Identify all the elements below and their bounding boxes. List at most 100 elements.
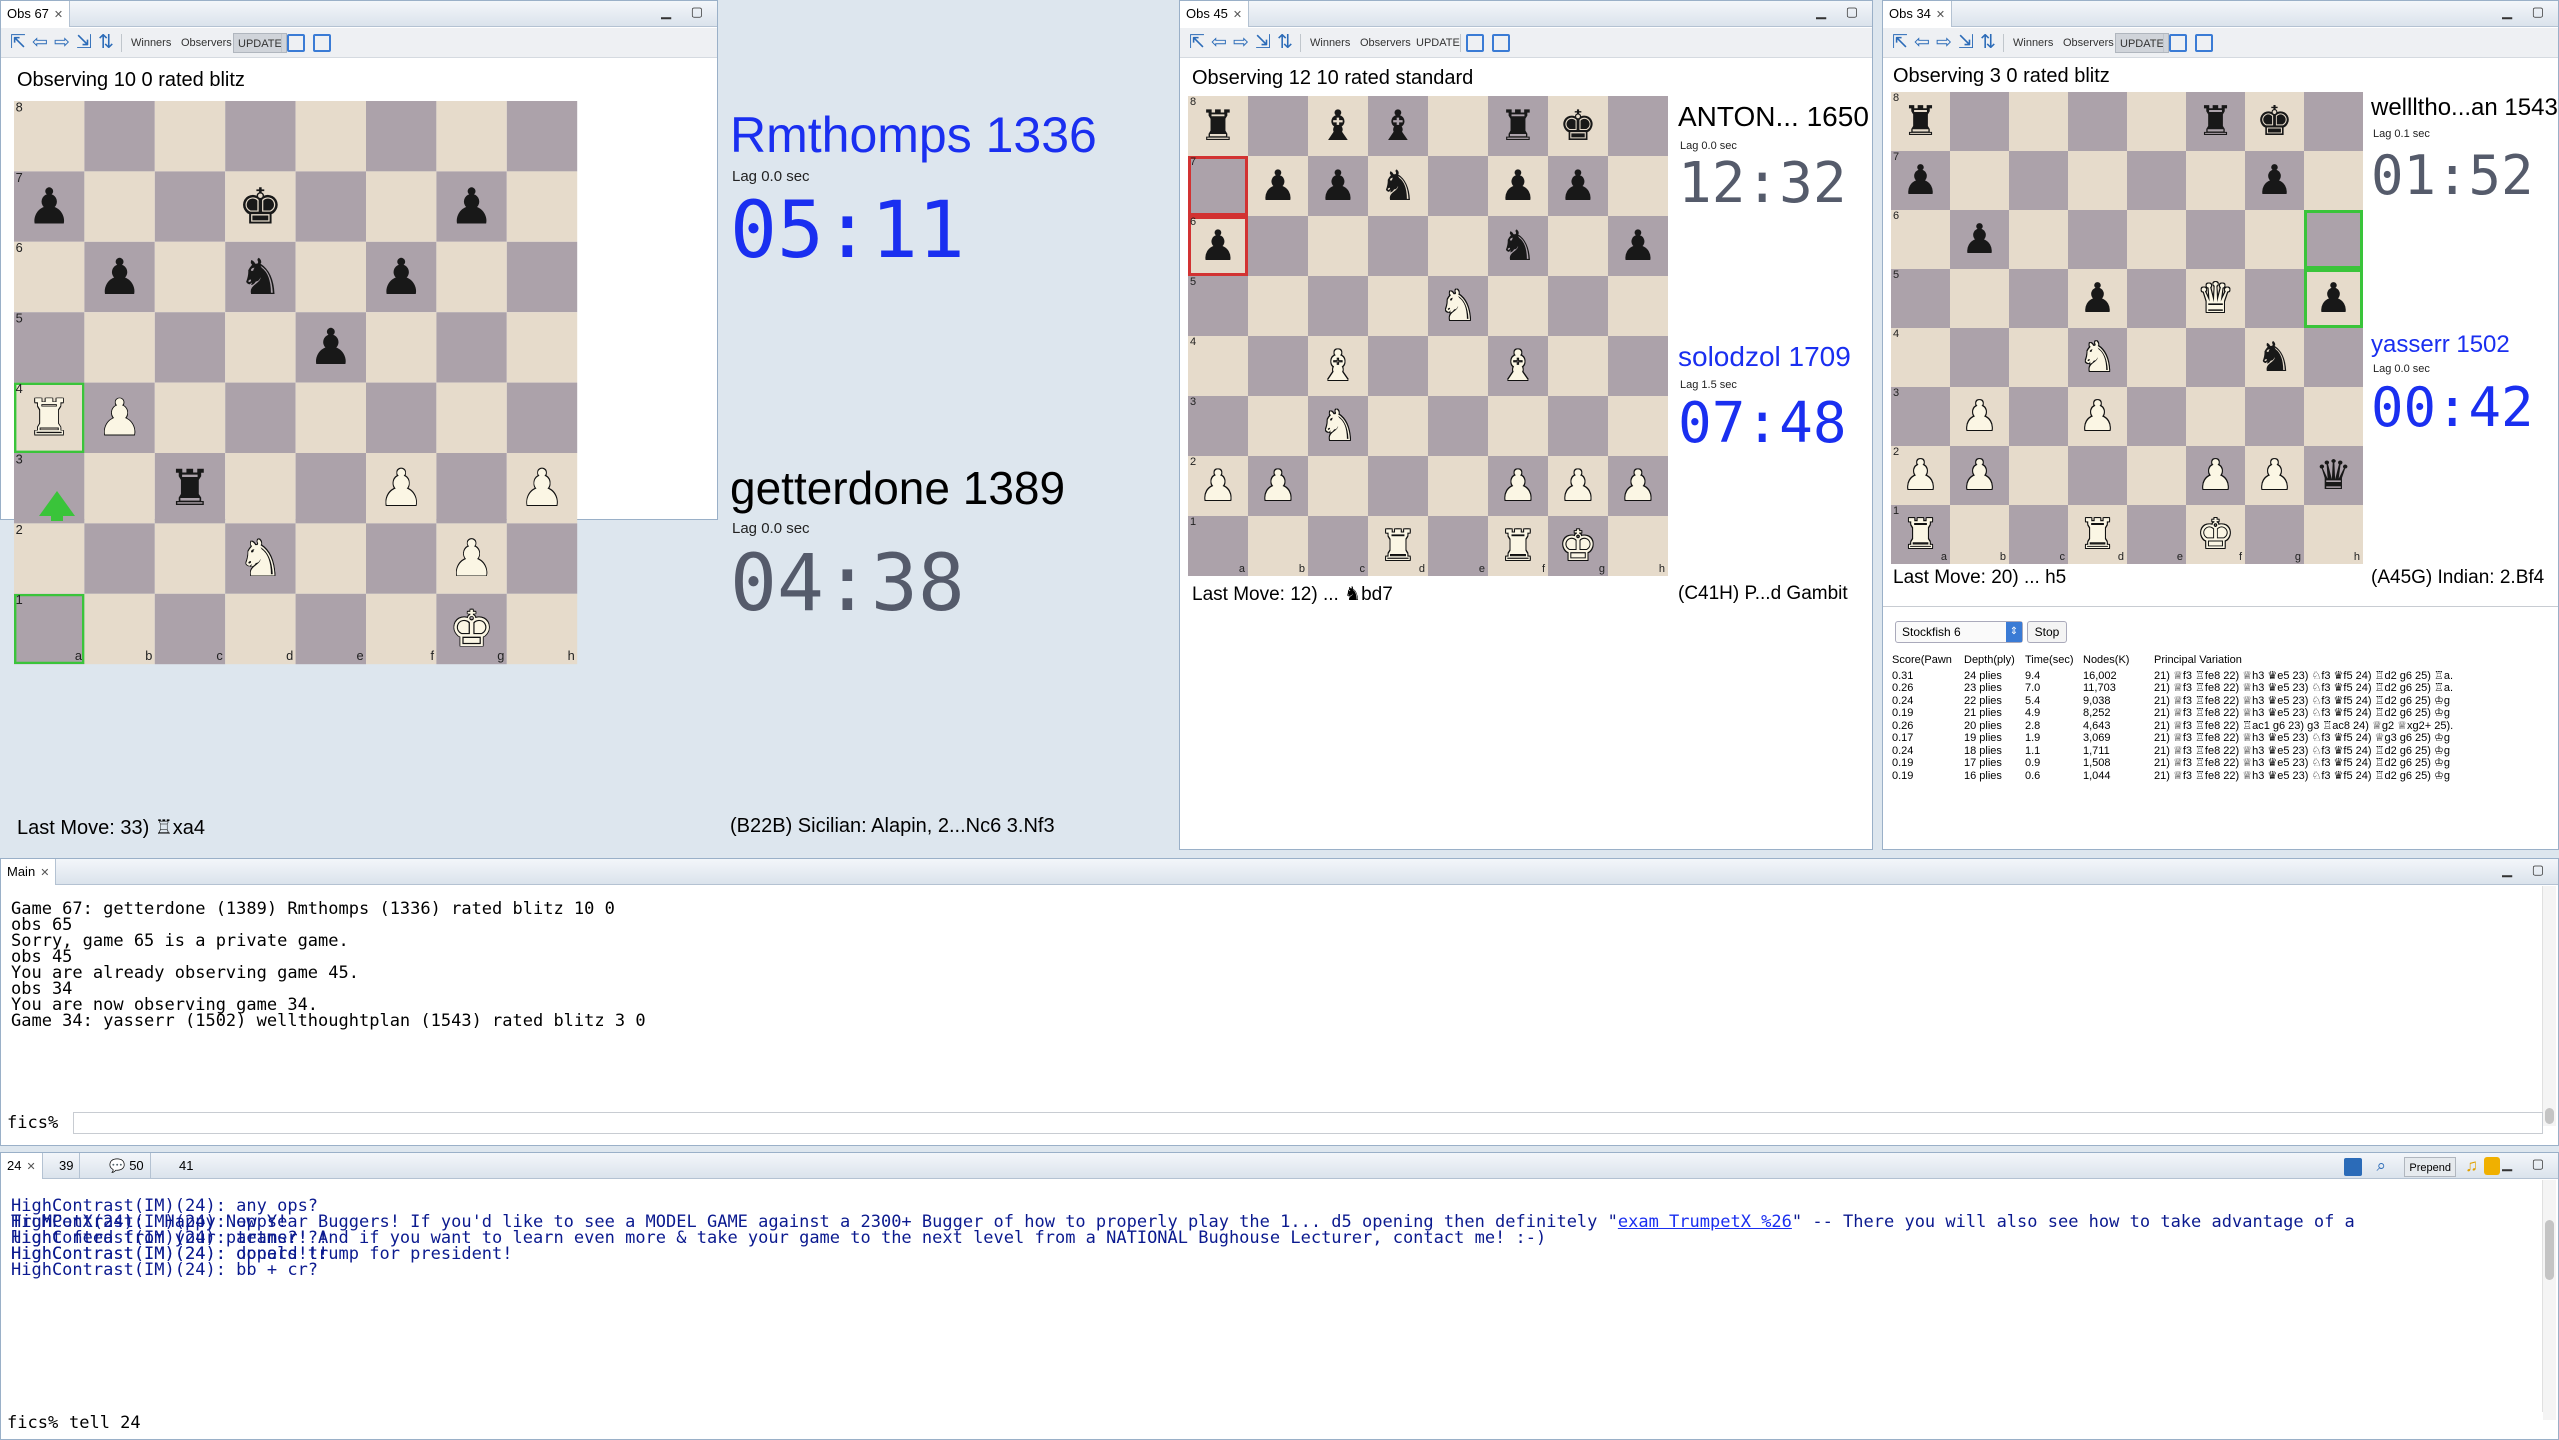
white-pawn-piece[interactable]: ♟: [1902, 455, 1939, 496]
black-pawn-piece[interactable]: ♟: [2079, 278, 2116, 319]
square-h6[interactable]: ♟: [1608, 216, 1668, 276]
next-icon[interactable]: ⇲: [1955, 33, 1977, 53]
square-h5[interactable]: ♟: [2304, 269, 2363, 328]
white-pawn-piece[interactable]: ♟: [1499, 465, 1537, 507]
black-knight-piece[interactable]: ♞: [1379, 165, 1417, 207]
square-b8[interactable]: [1248, 96, 1308, 156]
white-pawn-piece[interactable]: ♟: [1199, 465, 1237, 507]
black-pawn-piece[interactable]: ♟: [1559, 165, 1597, 207]
square-h1[interactable]: h: [1608, 516, 1668, 576]
tab-channel-41[interactable]: 41: [173, 1153, 199, 1179]
black-king-piece[interactable]: ♚: [2256, 101, 2293, 142]
black-knight-piece[interactable]: ♞: [2256, 337, 2293, 378]
square-b2[interactable]: [84, 523, 155, 594]
calculator-icon[interactable]: [2169, 34, 2187, 52]
square-e5[interactable]: [2127, 269, 2186, 328]
window-controls[interactable]: ▁ ▢: [2502, 1156, 2552, 1172]
square-d6[interactable]: [2068, 210, 2127, 269]
white-pawn-piece[interactable]: ♟: [1559, 465, 1597, 507]
square-b4[interactable]: [1248, 336, 1308, 396]
white-knight-piece[interactable]: ♞: [1439, 285, 1477, 327]
white-knight-piece[interactable]: ♞: [1319, 405, 1357, 447]
black-pawn-piece[interactable]: ♟: [1259, 165, 1297, 207]
winners-button[interactable]: Winners: [2009, 33, 2057, 53]
square-h5[interactable]: [1608, 276, 1668, 336]
engine-table-row[interactable]: 0.26 20 plies 2.8 4,643 21) ♕f3 ♖fe8 22) ♖ac…: [1892, 720, 2542, 733]
square-d7[interactable]: ♞: [1368, 156, 1428, 216]
square-f4[interactable]: [2186, 328, 2245, 387]
square-g2[interactable]: ♟: [436, 523, 507, 594]
square-g4[interactable]: ♞: [2245, 328, 2304, 387]
square-f2[interactable]: ♟: [2186, 446, 2245, 505]
square-a1[interactable]: 1a: [1188, 516, 1248, 576]
black-pawn-piece[interactable]: ♟: [1902, 160, 1939, 201]
forward-icon[interactable]: ⇨: [1933, 33, 1955, 53]
square-f7[interactable]: [2186, 151, 2245, 210]
square-e6[interactable]: [1428, 216, 1488, 276]
square-h4[interactable]: [2304, 328, 2363, 387]
black-rook-piece[interactable]: ♜: [1902, 101, 1939, 142]
square-a3[interactable]: 3: [1188, 396, 1248, 456]
close-icon[interactable]: ✕: [26, 1161, 35, 1173]
square-b5[interactable]: [1950, 269, 2009, 328]
white-rook-piece[interactable]: ♜: [1902, 514, 1939, 555]
square-d7[interactable]: [2068, 151, 2127, 210]
square-d5[interactable]: [1368, 276, 1428, 336]
square-h2[interactable]: [506, 523, 578, 594]
black-pawn-piece[interactable]: ♟: [2256, 160, 2293, 201]
square-c1[interactable]: c: [2009, 505, 2068, 564]
square-f8[interactable]: ♜: [2186, 92, 2245, 151]
square-e8[interactable]: [2127, 92, 2186, 151]
square-g3[interactable]: [1548, 396, 1608, 456]
white-queen-piece[interactable]: ♛: [2197, 278, 2234, 319]
square-g6[interactable]: [1548, 216, 1608, 276]
white-rook-piece[interactable]: ♜: [2079, 514, 2116, 555]
square-e2[interactable]: [295, 523, 366, 594]
observers-button[interactable]: Observers: [2059, 33, 2118, 53]
square-b8[interactable]: [1950, 92, 2009, 151]
square-a7[interactable]: 7: [1188, 156, 1248, 216]
white-pawn-piece[interactable]: ♟: [2197, 455, 2234, 496]
black-pawn-piece[interactable]: ♟: [1199, 225, 1237, 267]
square-d4[interactable]: ♞: [2068, 328, 2127, 387]
white-king-piece[interactable]: ♚: [1559, 525, 1597, 567]
square-c4[interactable]: [2009, 328, 2068, 387]
square-d1[interactable]: d: [225, 593, 296, 665]
update-button[interactable]: UPDATE: [2115, 33, 2169, 53]
flip-icon[interactable]: ⇅: [1977, 33, 1999, 53]
square-h3[interactable]: [1608, 396, 1668, 456]
square-e3[interactable]: [2127, 387, 2186, 446]
square-b6[interactable]: ♟: [1950, 210, 2009, 269]
engine-table-row[interactable]: 0.17 19 plies 1.9 3,069 21) ♕f3 ♖fe8 22) ♕h3…: [1892, 732, 2542, 745]
engine-table-row[interactable]: 0.19 16 plies 0.6 1,044 21) ♕f3 ♖fe8 22) ♕h3…: [1892, 770, 2542, 783]
black-king-piece[interactable]: ♚: [1559, 105, 1597, 147]
square-a2[interactable]: 2 ♟: [1188, 456, 1248, 516]
square-c4[interactable]: ♝: [1308, 336, 1368, 396]
square-h8[interactable]: [1608, 96, 1668, 156]
tab-channel-24[interactable]: 24 ✕: [1, 1153, 43, 1179]
square-g2[interactable]: ♟: [2245, 446, 2304, 505]
square-g3[interactable]: [2245, 387, 2304, 446]
white-pawn-piece[interactable]: ♟: [1961, 455, 1998, 496]
square-h1[interactable]: h: [2304, 505, 2363, 564]
square-h3[interactable]: [2304, 387, 2363, 446]
white-pawn-piece[interactable]: ♟: [1619, 465, 1657, 507]
tab-obs-34[interactable]: Obs 34 ✕: [1883, 1, 1953, 27]
square-f3[interactable]: [2186, 387, 2245, 446]
chess-board[interactable]: 8 ♜ ♝ ♝ ♜ ♚ 7 ♟ ♟ ♞ ♟ ♟ 6 ♟ ♞ ♟ 5 ♞ 4 ♝ ♝ 3 ♞ 2 ♟ ♟ ♟ ♟ ♟ 1 a b c d ♜ e f ♜ g ♚…: [1188, 96, 1668, 576]
square-e1[interactable]: e: [295, 593, 366, 665]
window-controls[interactable]: ▁ ▢: [2502, 4, 2552, 20]
square-a6[interactable]: 6: [1891, 210, 1950, 269]
square-f2[interactable]: [366, 523, 437, 594]
white-pawn-piece[interactable]: ♟: [2256, 455, 2293, 496]
lock-icon[interactable]: [2484, 1157, 2500, 1175]
square-e7[interactable]: [1428, 156, 1488, 216]
square-d5[interactable]: ♟: [2068, 269, 2127, 328]
black-knight-piece[interactable]: ♞: [1499, 225, 1537, 267]
engine-table-row[interactable]: 0.31 24 plies 9.4 16,002 21) ♕f3 ♖fe8 22) ♕h…: [1892, 670, 2542, 683]
square-c6[interactable]: [2009, 210, 2068, 269]
tab-channel-50[interactable]: 💬 50: [103, 1153, 151, 1179]
engine-table-row[interactable]: 0.24 18 plies 1.1 1,711 21) ♕f3 ♖fe8 22) ♕h3…: [1892, 745, 2542, 758]
square-b7[interactable]: ♟: [1248, 156, 1308, 216]
channel-command-input[interactable]: tell 24: [69, 1412, 2543, 1434]
